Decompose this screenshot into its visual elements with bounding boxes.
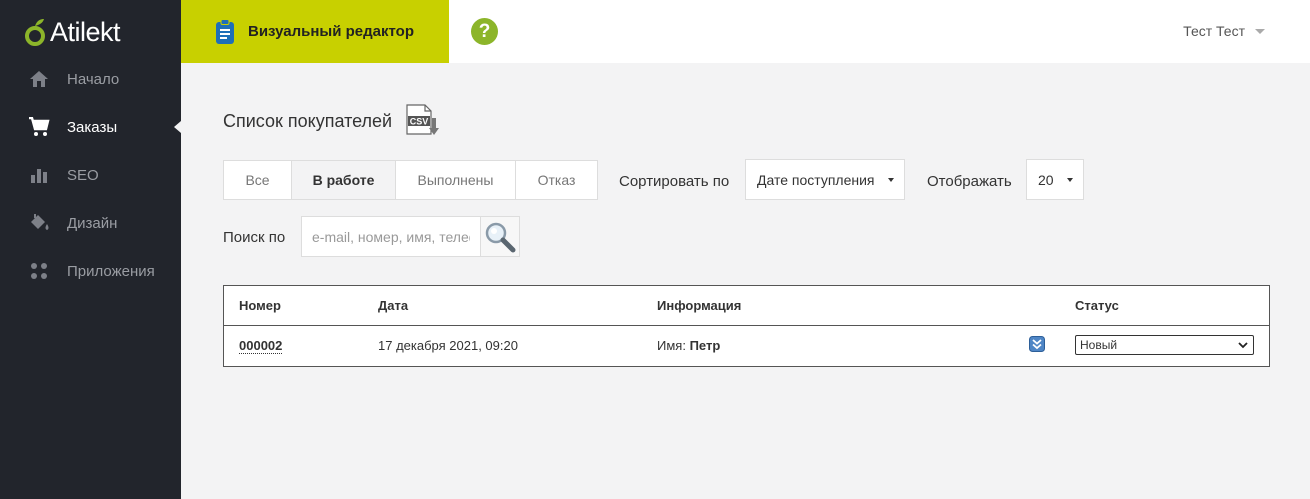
chevron-down-icon <box>1255 28 1265 34</box>
order-number-link[interactable]: 000002 <box>239 338 283 354</box>
table-row: 000002 17 декабря 2021, 09:20 Имя: Петр … <box>224 326 1269 366</box>
caret-down-icon <box>1067 178 1073 182</box>
tab-all[interactable]: Все <box>224 161 292 199</box>
clipboard-icon <box>216 18 234 44</box>
sidebar-item-label: Заказы <box>67 118 118 136</box>
sidebar-item-label: Начало <box>67 70 120 88</box>
sidebar-item-seo[interactable]: SEO <box>0 151 181 199</box>
cart-icon <box>28 116 50 138</box>
sidebar-item-apps[interactable]: Приложения <box>0 247 181 295</box>
tab-label: В работе <box>312 172 375 188</box>
info-label: Имя: <box>657 338 686 353</box>
sidebar-item-home[interactable]: Начало <box>0 55 181 103</box>
status-tabs: Все В работе Выполнены Отказ <box>223 160 598 200</box>
csv-export-icon[interactable]: CSV <box>405 104 441 138</box>
topbar: Визуальный редактор ? Тест Тест <box>181 0 1310 63</box>
info-value: Петр <box>689 338 721 353</box>
sidebar-item-orders[interactable]: Заказы <box>0 103 181 151</box>
order-date: 17 декабря 2021, 09:20 <box>378 338 518 353</box>
brand-logo[interactable]: Atilekt <box>24 12 121 52</box>
order-number-cell: 000002 <box>239 338 283 354</box>
tab-in-progress[interactable]: В работе <box>292 161 396 199</box>
caret-down-icon <box>888 178 894 182</box>
header-status: Статус <box>1075 298 1119 313</box>
search-button[interactable] <box>480 216 520 257</box>
page-size-value: 20 <box>1038 171 1054 188</box>
sidebar: Atilekt Начало Заказы SEO Дизайн Приложе… <box>0 0 181 499</box>
visual-editor-label: Визуальный редактор <box>248 23 414 40</box>
help-button[interactable]: ? <box>471 18 498 45</box>
paint-bucket-icon <box>28 212 50 234</box>
sidebar-item-label: SEO <box>67 166 99 184</box>
tab-label: Все <box>245 172 270 188</box>
table-header: Номер Дата Информация Статус <box>224 286 1269 326</box>
apple-logo-icon <box>25 19 45 46</box>
user-name: Тест Тест <box>1183 23 1245 39</box>
status-select[interactable]: Новый <box>1075 335 1254 355</box>
tab-label: Выполнены <box>417 172 494 188</box>
show-label: Отображать <box>927 173 1012 190</box>
expand-details-icon[interactable] <box>1029 336 1045 352</box>
page-title: Список покупателей <box>223 111 393 131</box>
home-icon <box>28 68 50 90</box>
sidebar-item-label: Приложения <box>67 262 155 280</box>
bar-chart-icon <box>28 164 50 186</box>
sidebar-nav: Начало Заказы SEO Дизайн Приложения <box>0 55 181 295</box>
page-size-select[interactable]: 20 <box>1026 159 1084 200</box>
search-input[interactable] <box>301 216 481 257</box>
svg-text:CSV: CSV <box>410 117 429 127</box>
sidebar-item-label: Дизайн <box>67 214 118 232</box>
search-label: Поиск по <box>223 229 286 246</box>
tab-rejected[interactable]: Отказ <box>516 161 597 199</box>
order-info: Имя: Петр <box>657 338 720 353</box>
brand-name: Atilekt <box>50 16 121 47</box>
sort-select[interactable]: Дате поступления <box>745 159 905 200</box>
sidebar-item-design[interactable]: Дизайн <box>0 199 181 247</box>
status-value: Новый <box>1080 338 1118 352</box>
sort-value: Дате поступления <box>757 171 875 188</box>
header-info: Информация <box>657 298 742 313</box>
visual-editor-button[interactable]: Визуальный редактор <box>181 0 449 63</box>
chevron-down-icon <box>1238 342 1248 349</box>
user-menu[interactable]: Тест Тест <box>1183 23 1265 39</box>
tab-label: Отказ <box>537 172 576 188</box>
tab-completed[interactable]: Выполнены <box>396 161 516 199</box>
magnifier-icon <box>485 222 516 252</box>
header-number: Номер <box>239 298 281 313</box>
header-date: Дата <box>378 298 409 313</box>
apps-grid-icon <box>28 260 50 282</box>
sort-label: Сортировать по <box>619 173 730 190</box>
orders-table: Номер Дата Информация Статус 000002 17 д… <box>223 285 1270 367</box>
